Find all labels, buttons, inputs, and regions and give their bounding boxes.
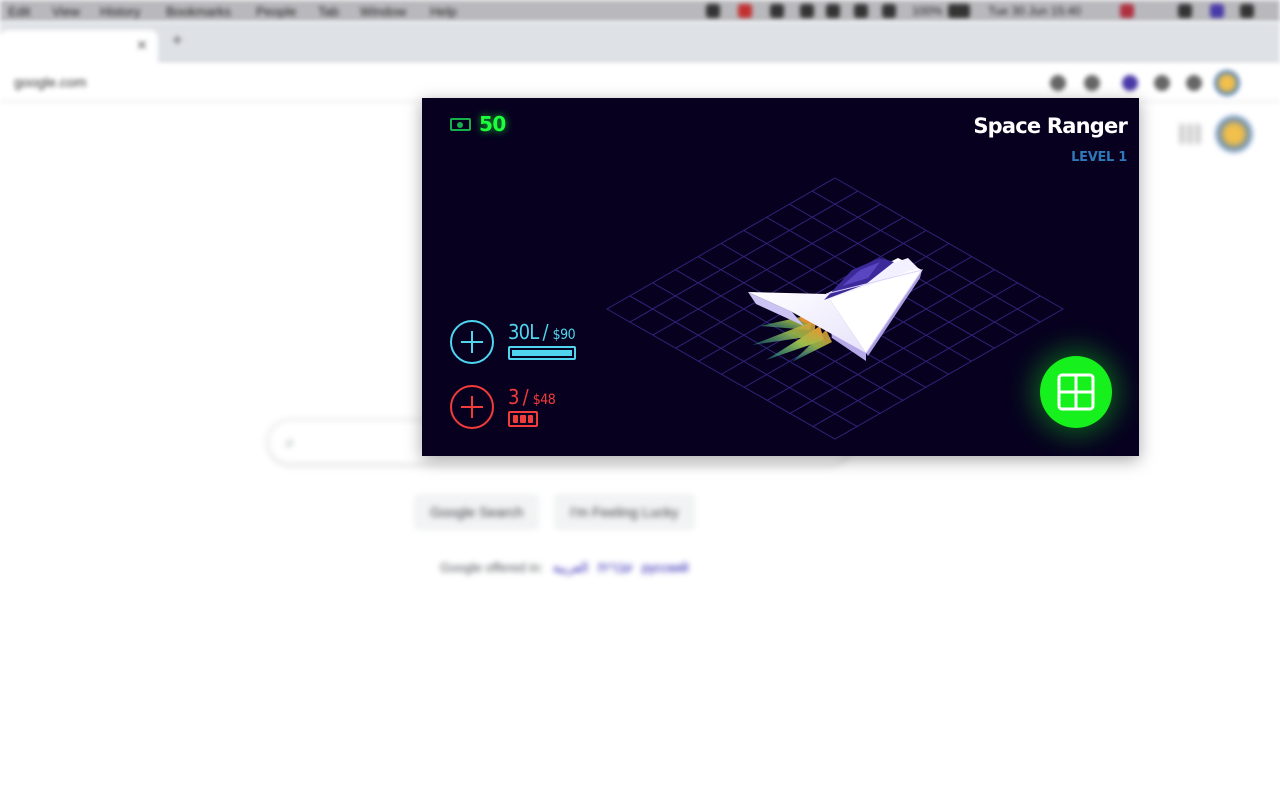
ammo-cell [520, 415, 526, 423]
battery-percent: 100% [912, 4, 943, 18]
menu-item-edit[interactable]: Edit [8, 4, 30, 19]
language-link[interactable]: русский [642, 560, 689, 575]
cash-icon [450, 117, 471, 131]
star-icon[interactable] [1050, 75, 1066, 91]
avatar[interactable] [1216, 116, 1252, 152]
flag-icon[interactable] [1120, 4, 1134, 18]
fuel-stat: 30L / $90 [450, 320, 576, 364]
spotlight-icon[interactable] [1178, 4, 1192, 18]
fuel-separator: / [542, 320, 549, 344]
browser-toolbar: google.com [0, 64, 1280, 102]
money-value: 50 [479, 112, 506, 136]
fuel-amount: 30L [508, 320, 539, 344]
profile-avatar[interactable] [1214, 70, 1240, 96]
menu-item-help[interactable]: Help [430, 4, 457, 19]
apps-grid-icon[interactable] [1180, 124, 1200, 144]
menu-item-people[interactable]: People [256, 4, 296, 19]
status-app-icon[interactable] [706, 4, 720, 18]
ammo-cell [527, 415, 533, 423]
status-app-icon[interactable] [770, 4, 784, 18]
ammo-gauge [508, 411, 538, 427]
buy-ammo-button[interactable] [450, 385, 494, 429]
menu-item-history[interactable]: History [100, 4, 140, 19]
volume-icon[interactable] [882, 4, 896, 18]
ammo-cell [513, 415, 519, 423]
status-app-icon[interactable] [800, 4, 814, 18]
menubar-clock[interactable]: Tue 30 Jun 15:40 [988, 4, 1081, 18]
ammo-separator: / [522, 385, 529, 409]
ammo-text: 3/$48 [508, 385, 556, 409]
search-icon: ⌕ [285, 432, 296, 452]
offered-in-label: Google offered in: [440, 560, 544, 575]
google-search-button[interactable]: Google Search [414, 494, 540, 530]
fuel-text: 30L / $90 [508, 320, 576, 344]
address-bar[interactable]: google.com [14, 74, 86, 90]
close-icon[interactable]: ✕ [136, 37, 148, 54]
grid-icon [1057, 373, 1095, 411]
feeling-lucky-button[interactable]: I'm Feeling Lucky [554, 494, 695, 530]
extension-icon[interactable] [1084, 75, 1100, 91]
fuel-price: $90 [552, 327, 576, 343]
language-link[interactable]: العربية [553, 560, 589, 575]
fuel-gauge-fill [512, 350, 572, 356]
menu-item-window[interactable]: Window [360, 4, 406, 19]
money-display: 50 [450, 112, 506, 136]
extension-icon[interactable] [1122, 75, 1138, 91]
extension-icon[interactable] [1154, 75, 1170, 91]
notification-center-icon[interactable] [1240, 4, 1254, 18]
new-tab-icon[interactable]: + [172, 30, 183, 51]
fuel-gauge [508, 346, 576, 360]
menu-grid-button[interactable] [1040, 356, 1112, 428]
ammo-price: $48 [532, 392, 556, 408]
ammo-stat: 3/$48 [450, 385, 556, 429]
buy-fuel-button[interactable] [450, 320, 494, 364]
ammo-amount: 3 [508, 385, 519, 409]
menu-item-bookmarks[interactable]: Bookmarks [166, 4, 231, 19]
menu-item-view[interactable]: View [52, 4, 80, 19]
space-ranger-popup: 50 Space Ranger LEVEL 1 30L / $90 3/$48 [422, 98, 1139, 456]
languages-offered: Google offered in: עברית العربية русский [440, 560, 689, 576]
macos-menubar: Edit View History Bookmarks People Tab W… [0, 0, 1280, 22]
battery-icon[interactable] [948, 4, 970, 18]
tab-strip: ✕ + [0, 22, 1280, 64]
status-app-icon[interactable] [738, 4, 752, 18]
bluetooth-icon[interactable] [826, 4, 840, 18]
game-title: Space Ranger [973, 114, 1127, 138]
browser-tab[interactable]: ✕ [0, 30, 158, 64]
fuel-info: 30L / $90 [508, 320, 576, 360]
level-indicator: LEVEL 1 [1071, 150, 1127, 165]
siri-icon[interactable] [1210, 4, 1224, 18]
wifi-icon[interactable] [854, 4, 868, 18]
menu-item-tab[interactable]: Tab [318, 4, 339, 19]
extension-icon[interactable] [1186, 75, 1202, 91]
ammo-info: 3/$48 [508, 385, 556, 427]
language-link[interactable]: עברית [598, 560, 632, 575]
